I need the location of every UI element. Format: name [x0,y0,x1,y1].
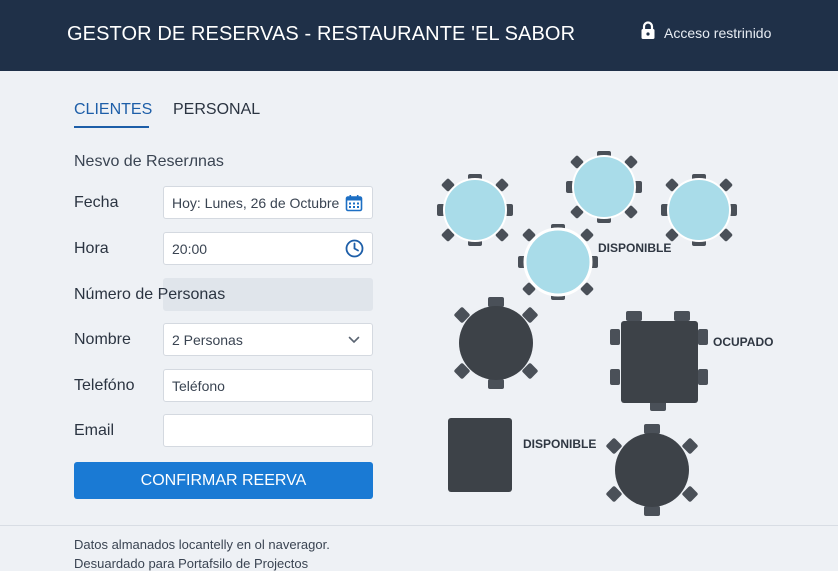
clock-icon[interactable] [344,239,364,259]
tab-clientes[interactable]: CLIENTES [74,101,152,119]
telefono-placeholder: Teléfono [172,377,225,394]
nombre-label: Nombre [74,331,131,348]
table-available-4[interactable] [518,224,598,300]
table-available-1[interactable] [437,174,513,246]
access-label: Acceso restrinido [664,25,772,41]
nombre-value: 2 Personas [172,331,243,348]
table-available-2[interactable] [566,151,642,223]
floor-plan: DISPONIBLE OCUPADO DISPONIBLE [420,140,800,530]
chevron-down-icon[interactable] [344,330,364,350]
telefono-label: Telefóno [74,377,135,394]
email-field[interactable] [163,414,373,447]
calendar-icon[interactable] [344,193,364,213]
app-title: GESTOR DE RESERVAS - RESTAURANTE 'EL SAB… [67,23,576,45]
fecha-value: Hoy: Lunes, 26 de Octubre [172,194,340,211]
form-section-title: Nesvo de Reserлnas [74,153,224,170]
table-square-available[interactable] [448,418,512,492]
hora-label: Hora [74,240,109,257]
status-label-disponible-bottom: DISPONIBLE [523,437,597,451]
active-tab-indicator [74,126,149,128]
telefono-field[interactable]: Teléfono [163,369,373,402]
hora-field[interactable]: 20:00 [163,232,373,265]
app-header: GESTOR DE RESERVAS - RESTAURANTE 'EL SAB… [0,0,838,71]
table-occupied-1[interactable] [454,297,539,389]
status-label-ocupado: OCUPADO [713,335,774,349]
table-occupied-2[interactable] [610,311,708,411]
status-label-disponible-top: DISPONIBLE [598,241,672,255]
nombre-select[interactable]: 2 Personas [163,323,373,356]
fecha-field[interactable]: Hoy: Lunes, 26 de Octubre [163,186,373,219]
fecha-label: Fecha [74,194,119,211]
tab-personal[interactable]: PERSONAL [173,101,260,119]
lock-icon [640,21,656,45]
confirm-reservation-button[interactable]: CONFIRMAR REERVA [74,462,373,499]
hora-value: 20:00 [172,240,208,257]
personas-label: Número de Personas [74,286,226,303]
access-indicator: Acceso restrinido [640,21,772,45]
email-label: Email [74,422,115,439]
footer-note-storage: Datos almanados locantelly en ol naverag… [74,537,330,552]
table-available-3[interactable] [661,174,737,246]
table-occupied-3[interactable] [606,424,699,516]
footer-note-portfolio: Desuardado para Portafsilo de Projectos [74,556,309,571]
